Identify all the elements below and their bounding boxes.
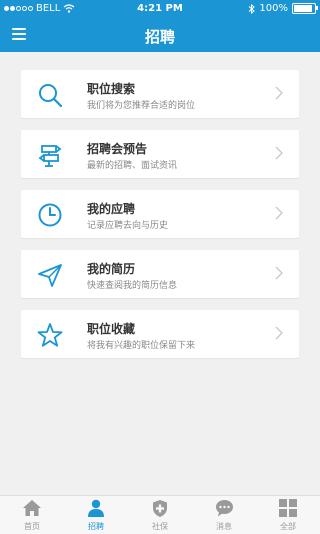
app-header: 招聘 [0, 18, 320, 52]
chat-icon [215, 500, 233, 517]
search-icon [39, 84, 63, 108]
chevron-right-icon [275, 326, 283, 340]
menu-card-favorites[interactable]: 职位收藏 将我有兴趣的职位保留下来 [21, 310, 299, 358]
page-title: 招聘 [144, 28, 175, 46]
menu-card-title: 职位收藏 [87, 322, 136, 336]
tab-label: 社保 [152, 522, 168, 531]
clock-icon [38, 203, 62, 227]
menu-card-job-search[interactable]: 职位搜索 我们将为您推荐合适的岗位 [21, 70, 299, 118]
chevron-right-icon [275, 206, 283, 220]
chevron-right-icon [275, 266, 283, 280]
menu-card-subtitle: 将我有兴趣的职位保留下来 [87, 341, 196, 351]
tab-recruit[interactable]: 招聘 [64, 498, 128, 532]
tab-messages[interactable]: 消息 [192, 498, 256, 532]
menu-card-job-fair[interactable]: 招聘会预告 最新的招聘、面试资讯 [21, 130, 299, 178]
tab-bar: 首页 招聘 社保 消息 全部 [0, 495, 320, 534]
tab-home[interactable]: 首页 [0, 498, 64, 532]
battery-icon [292, 3, 318, 14]
menu-card-subtitle: 我们将为您推荐合适的岗位 [87, 101, 196, 111]
battery-label: 100% [259, 3, 288, 14]
menu-card-subtitle: 记录应聘去向与历史 [87, 221, 169, 231]
menu-card-title: 职位搜索 [87, 82, 136, 96]
home-icon [23, 500, 41, 516]
person-icon [88, 499, 104, 517]
tab-label: 招聘 [88, 522, 104, 531]
tab-all[interactable]: 全部 [256, 498, 320, 532]
menu-card-title: 我的应聘 [87, 202, 136, 216]
tab-social-security[interactable]: 社保 [128, 498, 192, 532]
paper-plane-icon [38, 264, 62, 287]
star-icon [37, 323, 63, 347]
shield-plus-icon [153, 499, 167, 517]
chevron-right-icon [275, 86, 283, 100]
tab-label: 首页 [24, 522, 40, 531]
signpost-icon [38, 145, 62, 167]
bluetooth-icon [249, 3, 256, 14]
status-bar: BELL 4:21 PM 100% [0, 0, 320, 18]
menu-card-title: 我的简历 [87, 262, 136, 276]
status-right: 100% [248, 3, 318, 14]
tab-label: 全部 [280, 522, 296, 531]
tab-label: 消息 [216, 522, 232, 531]
menu-card-my-resume[interactable]: 我的简历 快速查阅我的简历信息 [21, 250, 299, 298]
chevron-right-icon [275, 146, 283, 160]
menu-card-subtitle: 快速查阅我的简历信息 [87, 281, 178, 291]
grid-icon [279, 499, 297, 517]
menu-card-subtitle: 最新的招聘、面试资讯 [87, 161, 178, 171]
menu-card-my-applications[interactable]: 我的应聘 记录应聘去向与历史 [21, 190, 299, 238]
menu-card-title: 招聘会预告 [87, 142, 148, 156]
